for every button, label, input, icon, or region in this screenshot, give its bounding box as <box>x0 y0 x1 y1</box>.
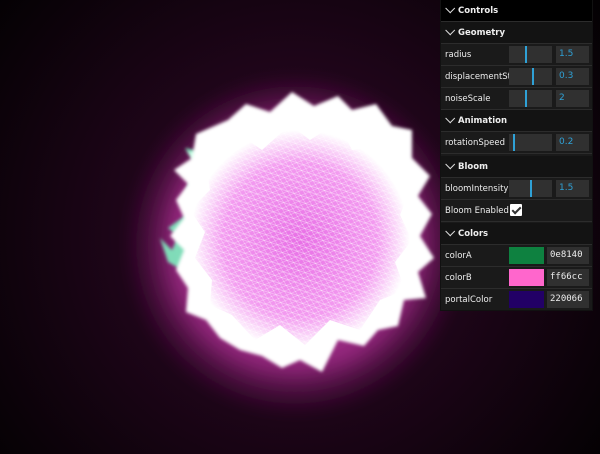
input-radius[interactable]: 1.5 <box>556 46 589 63</box>
label-rotation-speed: rotationSpeed <box>445 137 505 148</box>
folder-colors[interactable]: Colors <box>441 223 592 245</box>
controls-header[interactable]: Controls <box>441 0 592 22</box>
slider-knob[interactable] <box>530 180 532 197</box>
chevron-down-icon <box>445 226 456 237</box>
control-color-b: colorB ff66cc <box>441 267 592 289</box>
swatch-portal-color[interactable] <box>509 291 544 308</box>
input-noise-scale[interactable]: 2 <box>556 90 589 107</box>
label-portal-color: portalColor <box>445 295 493 305</box>
control-noise-scale: noiseScale 2 <box>441 88 592 110</box>
chevron-down-icon <box>445 3 456 14</box>
slider-knob[interactable] <box>525 46 527 63</box>
input-color-b[interactable]: ff66cc <box>547 269 589 286</box>
control-portal-color: portalColor 220066 <box>441 289 592 311</box>
folder-geometry[interactable]: Geometry <box>441 22 592 44</box>
folder-title-animation: Animation <box>458 115 508 126</box>
control-displacement-strength: displacementStrength 0.3 <box>441 66 592 88</box>
slider-noise-scale[interactable] <box>509 90 552 107</box>
control-rotation-speed: rotationSpeed 0.2 <box>441 132 592 154</box>
slider-displacement-strength[interactable] <box>509 68 552 85</box>
controls-title: Controls <box>458 5 499 16</box>
label-bloom-intensity: bloomIntensity <box>445 183 509 194</box>
slider-knob[interactable] <box>525 90 527 107</box>
swatch-color-a[interactable] <box>509 247 544 264</box>
label-color-a: colorA <box>445 250 472 261</box>
chevron-down-icon <box>445 113 456 124</box>
input-portal-color[interactable]: 220066 <box>547 291 589 308</box>
label-radius: radius <box>445 49 472 60</box>
folder-title-geometry: Geometry <box>458 27 505 38</box>
checkbox-bloom-enabled[interactable] <box>510 204 522 216</box>
slider-radius[interactable] <box>509 46 552 63</box>
folder-title-bloom: Bloom <box>458 161 488 172</box>
chevron-down-icon <box>445 25 456 36</box>
label-noise-scale: noiseScale <box>445 93 491 104</box>
input-bloom-intensity[interactable]: 1.5 <box>556 180 589 197</box>
control-bloom-intensity: bloomIntensity 1.5 <box>441 178 592 200</box>
input-color-a[interactable]: 0e8140 <box>547 247 589 264</box>
input-displacement-strength[interactable]: 0.3 <box>556 68 589 85</box>
chevron-down-icon <box>445 159 456 170</box>
input-rotation-speed[interactable]: 0.2 <box>556 134 589 151</box>
checkmark-icon <box>511 204 521 214</box>
control-bloom-enabled: Bloom Enabled <box>441 200 592 222</box>
folder-title-colors: Colors <box>458 228 489 239</box>
swatch-color-b[interactable] <box>509 269 544 286</box>
slider-bloom-intensity[interactable] <box>509 180 552 197</box>
slider-knob[interactable] <box>513 134 515 151</box>
control-radius: radius 1.5 <box>441 44 592 66</box>
slider-rotation-speed[interactable] <box>509 134 552 151</box>
slider-knob[interactable] <box>532 68 534 85</box>
folder-animation[interactable]: Animation <box>441 110 592 132</box>
label-color-b: colorB <box>445 272 472 283</box>
control-color-a: colorA 0e8140 <box>441 245 592 267</box>
folder-bloom[interactable]: Bloom <box>441 156 592 178</box>
controls-panel: Controls Geometry radius 1.5 displacemen… <box>441 0 592 310</box>
label-bloom-enabled: Bloom Enabled <box>445 205 509 216</box>
